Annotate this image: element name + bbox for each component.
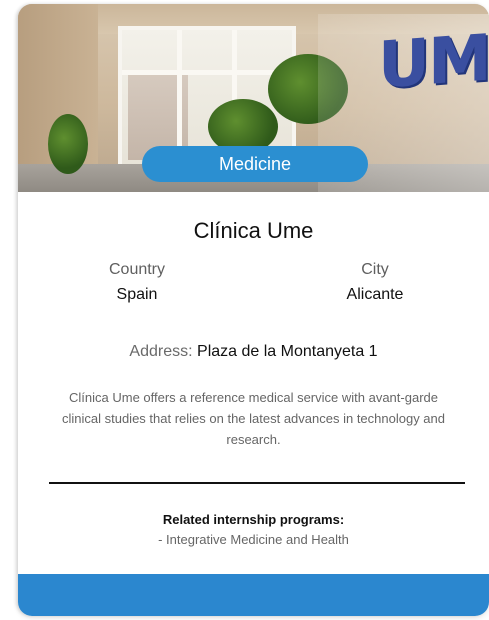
wall-logo: UME bbox=[378, 18, 489, 104]
address-line: Address: Plaza de la Montanyeta 1 bbox=[18, 343, 489, 361]
country-info: Country Spain bbox=[57, 261, 217, 304]
related-programs-heading: Related internship programs: bbox=[162, 512, 345, 527]
plant-image bbox=[48, 114, 88, 174]
related-program-item[interactable]: - Integrative Medicine and Health bbox=[18, 532, 489, 547]
card-footer-button[interactable] bbox=[18, 574, 489, 616]
country-label: Country bbox=[108, 261, 166, 278]
clinic-title: Clínica Ume bbox=[193, 218, 314, 243]
clinic-card[interactable]: UME Medicine Clínica Ume Country Spain C… bbox=[18, 4, 489, 616]
address-label: Address: bbox=[129, 343, 193, 360]
city-value: Alicante bbox=[346, 286, 404, 303]
clinic-photo: UME Medicine bbox=[18, 4, 489, 192]
city-info: City Alicante bbox=[295, 261, 455, 304]
clinic-description: Clínica Ume offers a reference medical s… bbox=[61, 390, 445, 447]
country-value: Spain bbox=[116, 286, 158, 303]
divider bbox=[49, 482, 465, 484]
address-value: Plaza de la Montanyeta 1 bbox=[197, 343, 378, 360]
city-label: City bbox=[361, 261, 389, 278]
category-badge[interactable]: Medicine bbox=[142, 146, 368, 182]
window-mullion bbox=[122, 70, 292, 75]
